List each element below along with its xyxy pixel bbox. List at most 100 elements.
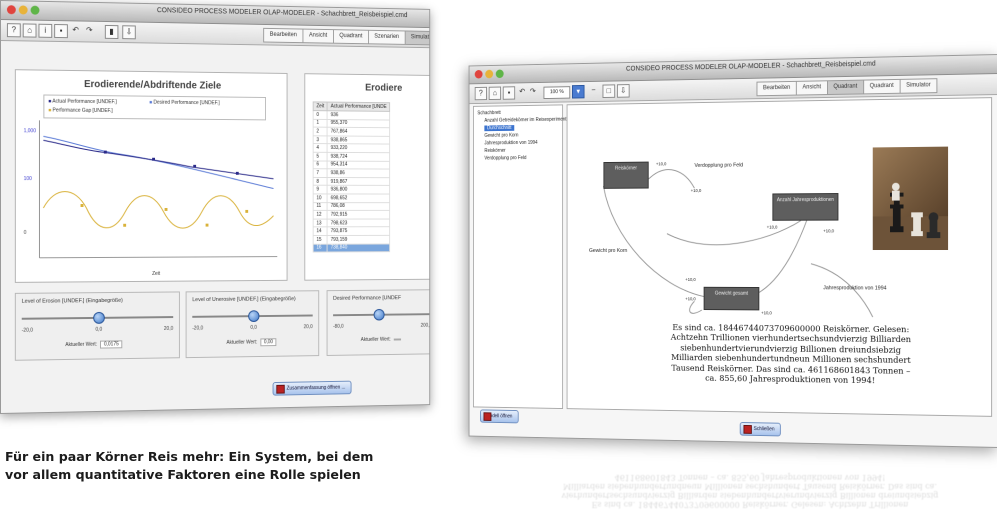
undo-icon[interactable]: ↶ <box>70 24 82 36</box>
table-cell: 919,867 <box>327 177 390 186</box>
slider-knob[interactable] <box>373 308 385 321</box>
tree-item[interactable]: Verdopplung pro Feld <box>484 155 526 161</box>
tab-simulator[interactable]: Simulator <box>899 78 938 94</box>
current-value: Aktueller Wert: <box>361 337 401 343</box>
label-jahresproduktion-1994[interactable]: Jahresproduktion von 1994 <box>823 285 886 291</box>
table-row[interactable]: 16 738,840 <box>313 243 390 253</box>
open-icon[interactable]: ⌂ <box>488 86 502 100</box>
tab-quadrant[interactable]: Quadrant <box>862 78 900 95</box>
table-row[interactable]: 14 793,875 <box>313 226 390 236</box>
window-title: CONSIDEO PROCESS MODELER OLAP-MODELER - … <box>156 7 408 20</box>
performance-gap-markers <box>80 204 249 227</box>
slider-knob[interactable] <box>93 311 105 324</box>
summary-button[interactable]: Zusammenfassung öffnen ... <box>272 380 352 396</box>
actual-performance-line <box>43 140 273 179</box>
chess-image <box>872 146 949 251</box>
node-reiskoerner[interactable]: Reiskörner <box>603 161 649 189</box>
link-weight: +10,0 <box>761 310 772 316</box>
redo-icon[interactable]: ↷ <box>83 25 95 37</box>
column-header[interactable]: Zeit <box>313 101 328 111</box>
slider-tick-label: -20,0 <box>192 325 204 332</box>
slider-tick-label: 200,0 <box>420 322 431 329</box>
table-cell: 793,159 <box>327 235 390 244</box>
table-panel: Erodiere Zeit Actual Performance [UNDE 0 93… <box>304 73 431 281</box>
undo-icon[interactable]: ↶ <box>517 86 528 98</box>
table-row[interactable]: 8 919,867 <box>313 177 390 186</box>
help-icon[interactable]: ? <box>474 86 487 101</box>
table-cell: 10 <box>313 193 328 203</box>
fit-icon[interactable]: □ <box>602 84 616 98</box>
y-tick-label: 1,000 <box>24 128 37 134</box>
tree-item[interactable]: Gewicht pro Korn <box>484 133 518 139</box>
result-text: Es sind ca. 18446744073709600000 Reiskör… <box>670 323 912 387</box>
tree-item[interactable]: Anzahl Getreidekörner im Reisexperiment <box>484 117 566 124</box>
tree-item[interactable]: Durchschnitt <box>484 125 515 132</box>
table-cell: 12 <box>313 210 328 219</box>
table-cell: 0 <box>313 110 328 120</box>
table-row[interactable]: 11 786,08 <box>313 202 390 211</box>
legend-actual: ■ Actual Performance [UNDEF.] <box>48 98 117 106</box>
table-cell: 954,314 <box>327 160 390 170</box>
window-olap-modeler-front: CONSIDEO PROCESS MODELER OLAP-MODELER - … <box>468 54 997 448</box>
table-row[interactable]: 12 792,915 <box>313 210 390 219</box>
tab-quadrant[interactable]: Quadrant <box>332 29 368 45</box>
tree-root[interactable]: Schachbrett <box>477 110 500 116</box>
table-row[interactable]: 9 936,800 <box>313 185 390 194</box>
table-cell: 936,800 <box>327 185 390 194</box>
current-value-field[interactable]: 0,00 <box>260 338 277 347</box>
tab-bearbeiten[interactable]: Bearbeiten <box>263 27 303 44</box>
table-cell: 5 <box>313 152 328 161</box>
table-row[interactable]: 10 698,652 <box>313 193 390 203</box>
link-weight: +10,0 <box>685 277 696 282</box>
zoom-out-icon[interactable]: − <box>588 85 599 97</box>
slider-knob[interactable] <box>248 310 260 323</box>
current-value-field[interactable] <box>393 338 401 341</box>
tab-ansicht[interactable]: Ansicht <box>302 28 333 44</box>
tab-quadrant[interactable]: Quadrant <box>826 79 863 96</box>
zoom-select[interactable]: 100 % <box>543 86 571 100</box>
table-cell: 698,652 <box>327 193 390 203</box>
save-icon[interactable]: ▪ <box>502 86 516 100</box>
close-window-button[interactable] <box>6 5 16 15</box>
model-tree: Schachbrett Anzahl Getreidekörner im Reis… <box>472 104 566 410</box>
minimize-window-button[interactable] <box>485 69 494 79</box>
minimize-window-button[interactable] <box>18 5 28 15</box>
table-cell: 9 <box>313 185 328 194</box>
label-verdopplung-pro-feld[interactable]: Verdopplung pro Feld <box>694 163 743 169</box>
caption-line-1: Für ein paar Körner Reis mehr: Ein Syste… <box>5 449 374 464</box>
save-icon[interactable]: ▪ <box>54 24 68 39</box>
node-anzahl-jahresproduktionen[interactable]: Anzahl Jahresproduktionen <box>772 193 839 221</box>
table-cell: 933,220 <box>327 144 390 153</box>
open-icon[interactable]: ⌂ <box>22 23 37 38</box>
label-gewicht-pro-korn[interactable]: Gewicht pro Korn <box>589 248 627 254</box>
close-button[interactable]: Schließen <box>739 421 782 437</box>
help-icon[interactable]: ? <box>6 23 21 38</box>
link-weight: +10,0 <box>685 296 696 302</box>
table-row[interactable]: 7 938,86 <box>313 168 390 178</box>
slider-label: Level of Erosion [UNDEF.] (Eingabegröße) <box>21 297 123 305</box>
zoom-dropdown-arrow-icon[interactable]: ▾ <box>571 84 585 99</box>
zoom-window-button[interactable] <box>30 5 40 15</box>
table-row[interactable]: 13 798,623 <box>313 218 390 228</box>
tab-szenarien[interactable]: Szenarien <box>367 29 405 45</box>
export-icon[interactable]: ⇩ <box>122 25 136 40</box>
zoom-window-button[interactable] <box>495 69 504 79</box>
export-icon[interactable]: ⇩ <box>616 84 630 98</box>
tab-simulator[interactable]: Simulator <box>404 30 431 46</box>
info-icon[interactable]: i <box>38 23 53 38</box>
tab-bearbeiten[interactable]: Bearbeiten <box>756 80 796 97</box>
redo-icon[interactable]: ↷ <box>528 86 539 98</box>
table-row[interactable]: 6 954,314 <box>313 160 390 170</box>
slider-ticks: -20,0 0,0 20,0 <box>22 326 173 334</box>
current-value-field[interactable]: 0,0175 <box>100 340 123 349</box>
print-icon[interactable]: ▮ <box>104 24 119 40</box>
table-row[interactable]: 15 793,159 <box>313 235 390 244</box>
chess-pieces-icon <box>872 182 949 251</box>
data-table: Zeit Actual Performance [UNDE 0 936 1 955,370… <box>313 101 391 253</box>
open-model-button[interactable]: Modell öffnen <box>479 409 519 424</box>
node-gewicht-gesamt[interactable]: Gewicht gesamt <box>703 286 760 311</box>
close-window-button[interactable] <box>474 69 483 79</box>
tab-ansicht[interactable]: Ansicht <box>795 80 827 96</box>
tree-item[interactable]: Jahresproduktion von 1994 <box>484 140 537 146</box>
tree-item[interactable]: Reiskörner <box>484 148 505 154</box>
